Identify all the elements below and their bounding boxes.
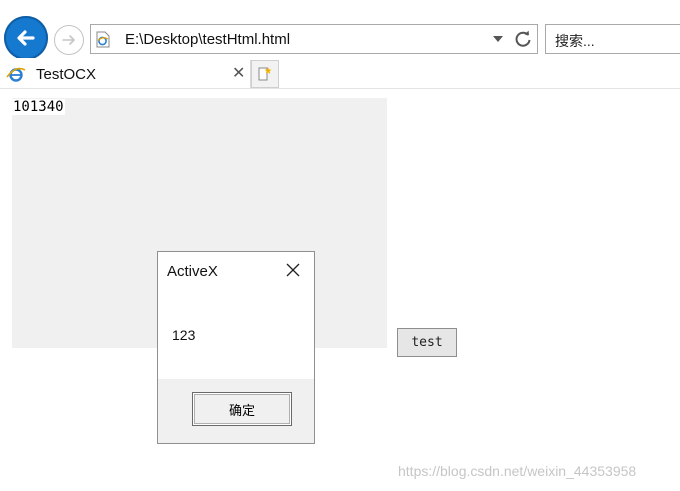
activex-dialog: ActiveX 123 确定 xyxy=(157,251,315,444)
new-tab-button[interactable] xyxy=(251,60,279,88)
address-text[interactable]: E:\Desktop\testHtml.html xyxy=(125,31,290,48)
search-input[interactable]: 搜索... xyxy=(555,31,595,51)
ocx-value: 101340 xyxy=(12,99,65,115)
tab-bar: TestOCX ✕ xyxy=(0,58,680,89)
ok-button[interactable]: 确定 xyxy=(192,392,292,426)
address-bar[interactable]: E:\Desktop\testHtml.html xyxy=(90,24,538,54)
back-button[interactable] xyxy=(4,16,48,60)
tab-title: TestOCX xyxy=(36,66,97,83)
dialog-message: 123 xyxy=(172,327,196,343)
new-tab-icon xyxy=(258,67,272,81)
forward-arrow-icon xyxy=(62,35,75,45)
dropdown-arrow-icon[interactable] xyxy=(493,36,503,42)
navigation-bar: E:\Desktop\testHtml.html 搜索... xyxy=(0,0,680,60)
tab-testocx[interactable]: TestOCX ✕ xyxy=(0,60,251,88)
dialog-title: ActiveX xyxy=(167,263,218,280)
ie-page-icon xyxy=(6,67,26,82)
watermark: https://blog.csdn.net/weixin_44353958 xyxy=(398,463,637,479)
close-icon[interactable]: ✕ xyxy=(232,66,245,82)
search-box[interactable]: 搜索... xyxy=(545,24,680,54)
refresh-icon[interactable] xyxy=(513,29,533,49)
ie-page-icon xyxy=(96,31,110,48)
forward-button[interactable] xyxy=(54,25,84,55)
test-button[interactable]: test xyxy=(397,328,457,357)
dialog-footer: 确定 xyxy=(158,379,314,443)
back-arrow-icon xyxy=(17,30,35,46)
close-icon[interactable] xyxy=(285,262,301,278)
